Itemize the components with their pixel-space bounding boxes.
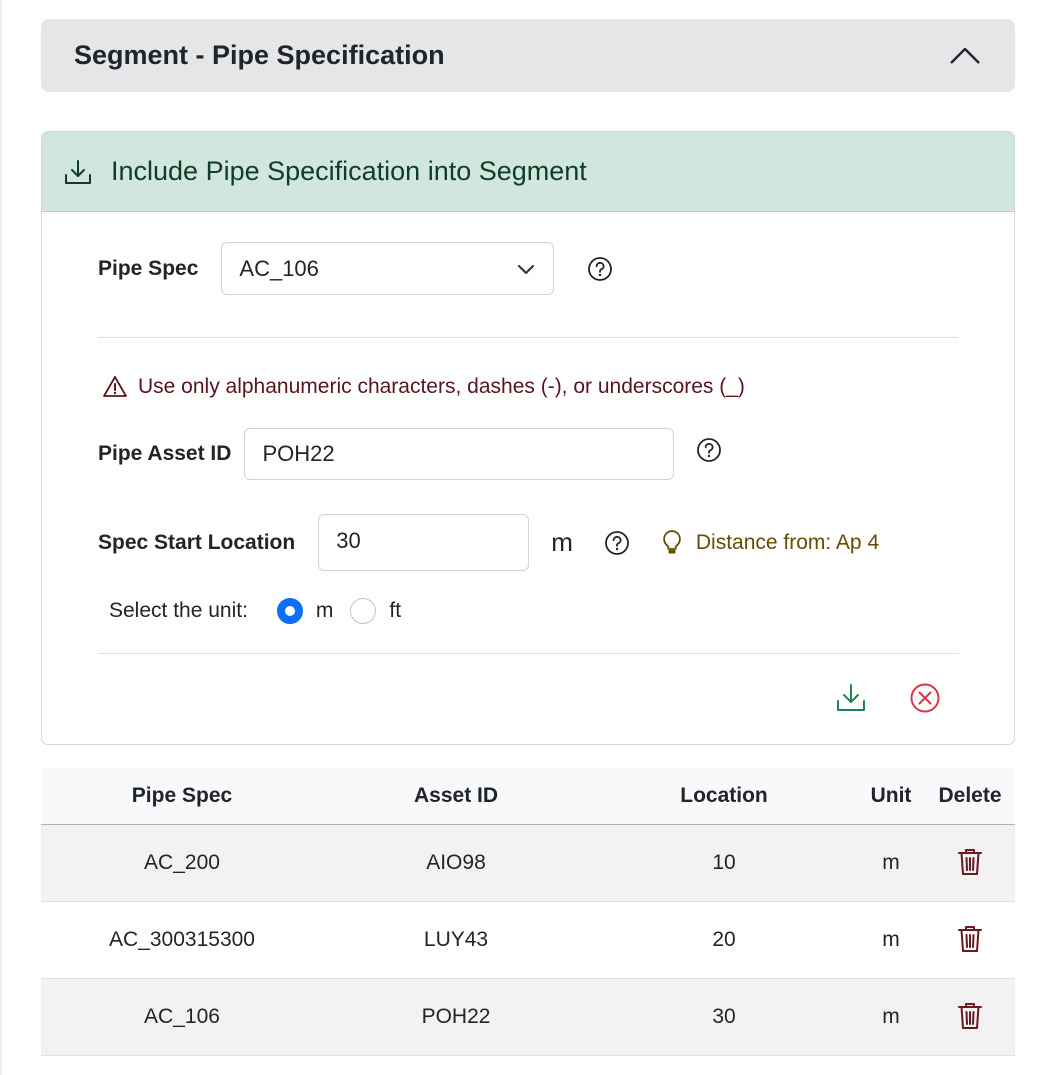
asset-id-value: POH22 [262, 441, 335, 466]
actions-divider [98, 653, 959, 654]
pipe-spec-row: Pipe Spec AC_106 [98, 242, 613, 295]
unit-select-label: Select the unit: [109, 599, 248, 622]
table-row: AC_300315300 LUY43 20 m [41, 902, 1015, 979]
table-row: AC_200 AIO98 10 m [41, 825, 1015, 902]
col-pipe-spec: Pipe Spec [131, 784, 233, 807]
pipe-spec-selected-value: AC_106 [239, 255, 319, 281]
table-header: Pipe Spec Asset ID Location Unit Delete [41, 768, 1015, 825]
cell-unit: m [882, 1005, 900, 1028]
cell-unit: m [882, 928, 900, 951]
chevron-up-icon[interactable] [949, 46, 981, 66]
start-location-label: Spec Start Location [98, 530, 296, 554]
cell-pipe-spec: AC_106 [144, 1005, 220, 1028]
table-row: AC_106 POH22 30 m [41, 979, 1015, 1056]
include-pipe-spec-card: Include Pipe Specification into Segment … [41, 131, 1015, 745]
pipe-spec-help-icon[interactable] [587, 256, 613, 282]
cell-asset-id: POH22 [421, 1005, 491, 1028]
start-location-value: 30 [336, 527, 361, 553]
col-unit: Unit [870, 784, 912, 807]
unit-radio-ft-label: ft [389, 599, 402, 622]
cancel-x-circle-icon[interactable] [908, 681, 942, 715]
warning-text: Use only alphanumeric characters, dashes… [138, 375, 745, 398]
start-location-input[interactable]: 30 [318, 514, 530, 571]
start-location-row: Spec Start Location 30 m Distance from: … [98, 514, 879, 571]
distance-hint: Distance from: Ap 4 [695, 530, 880, 554]
exclamation-triangle-icon [102, 374, 128, 400]
trash-icon[interactable] [957, 847, 983, 877]
cell-unit: m [882, 851, 900, 874]
start-location-help-icon[interactable] [604, 530, 630, 556]
start-location-unit: m [551, 527, 573, 557]
chevron-down-icon [517, 263, 535, 275]
col-delete: Delete [938, 784, 1002, 807]
lightbulb-icon [661, 529, 683, 557]
download-icon [63, 157, 93, 187]
col-asset-id: Asset ID [413, 784, 499, 807]
page-left-border [0, 0, 2, 1075]
cell-location: 30 [712, 1005, 736, 1028]
asset-id-input[interactable]: POH22 [244, 428, 675, 480]
cell-asset-id: AIO98 [426, 851, 486, 874]
unit-radio-m-label: m [315, 599, 334, 622]
asset-id-label: Pipe Asset ID [98, 442, 232, 465]
unit-radio-m[interactable] [276, 598, 303, 624]
pipe-spec-label: Pipe Spec [98, 256, 199, 280]
asset-id-row: Pipe Asset ID POH22 [98, 428, 722, 480]
section-divider [98, 337, 958, 338]
cell-pipe-spec: AC_300315300 [109, 928, 255, 951]
cell-pipe-spec: AC_200 [144, 851, 220, 874]
trash-icon[interactable] [957, 924, 983, 954]
accordion-header[interactable]: Segment - Pipe Specification [41, 19, 1015, 92]
cell-asset-id: LUY43 [423, 928, 489, 951]
save-download-icon[interactable] [834, 681, 868, 715]
accordion-title: Segment - Pipe Specification [74, 40, 445, 70]
validation-warning: Use only alphanumeric characters, dashes… [102, 374, 745, 400]
cell-location: 20 [712, 928, 736, 951]
card-header: Include Pipe Specification into Segment [42, 132, 1014, 212]
unit-radio-ft[interactable] [350, 598, 377, 624]
pipe-spec-select[interactable]: AC_106 [221, 242, 555, 295]
unit-select-row: Select the unit: m ft [109, 598, 401, 624]
asset-id-help-icon[interactable] [696, 437, 722, 463]
trash-icon[interactable] [957, 1001, 983, 1031]
pipe-spec-table: Pipe Spec Asset ID Location Unit Delete … [41, 768, 1015, 1056]
col-location: Location [680, 784, 768, 807]
cell-location: 10 [712, 851, 736, 874]
card-title: Include Pipe Specification into Segment [111, 156, 587, 186]
